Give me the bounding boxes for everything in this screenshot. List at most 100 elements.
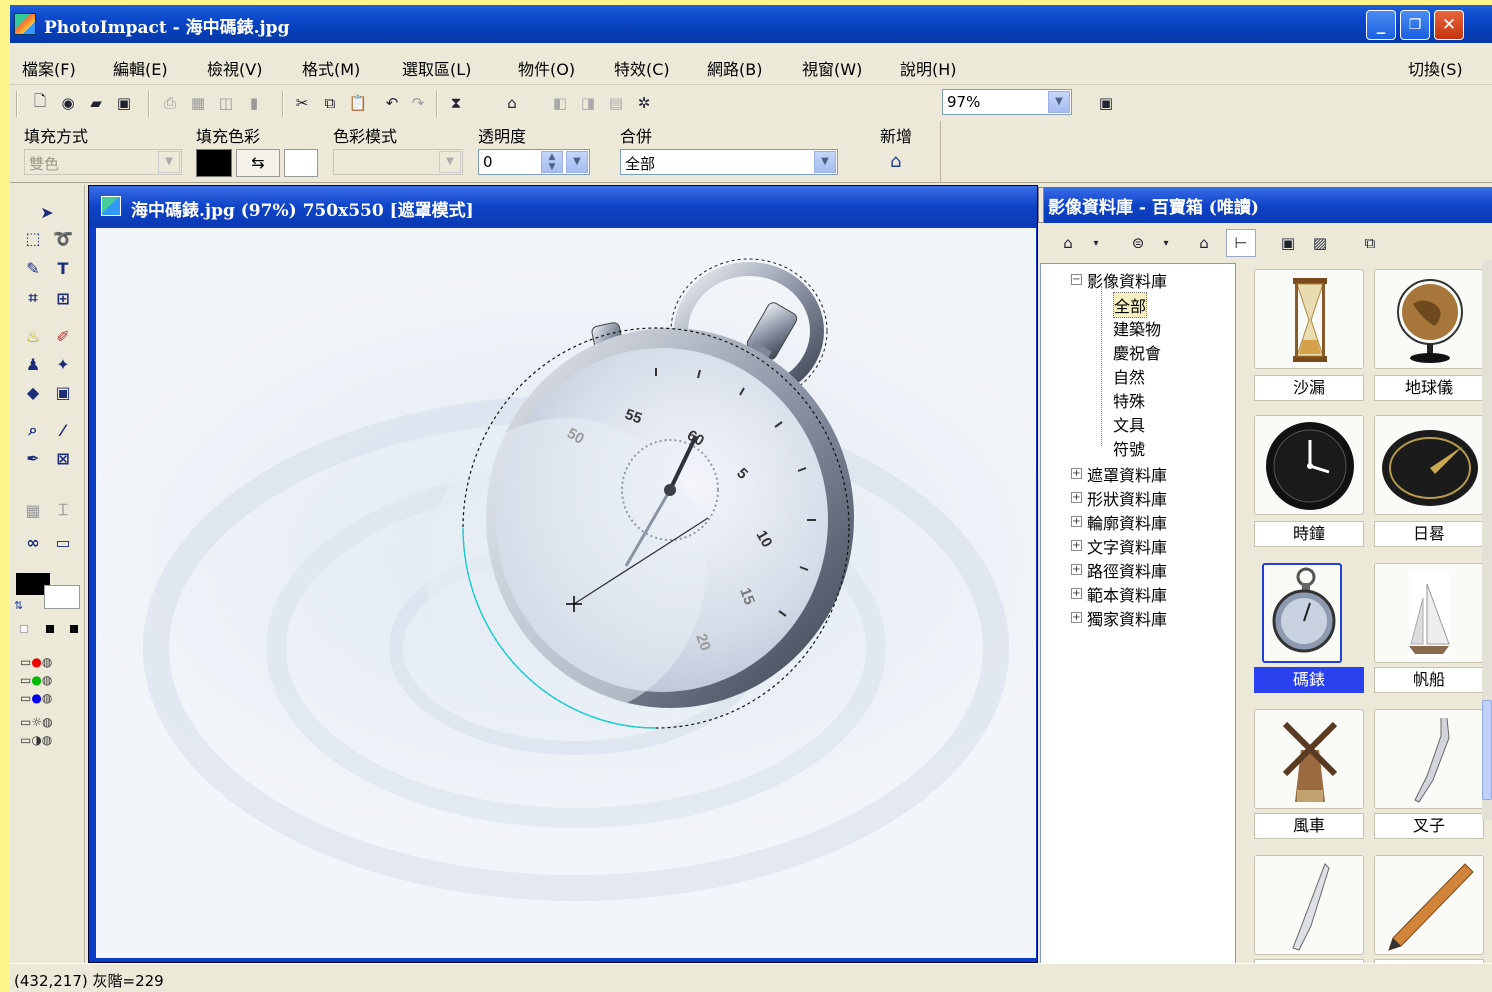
tree-shape-library[interactable]: 形狀資料庫 — [1087, 486, 1167, 510]
tree-item-celebration[interactable]: 慶祝會 — [1113, 340, 1161, 364]
expand-icon[interactable]: + — [1071, 564, 1082, 575]
ruler-tool-icon[interactable]: ▭ — [52, 531, 74, 553]
web-tool-icon[interactable]: ⊠ — [52, 447, 74, 469]
tree-item-special[interactable]: 特殊 — [1113, 388, 1145, 412]
chevron-down-icon[interactable]: ▼ — [566, 151, 588, 173]
expand-icon[interactable]: + — [1071, 468, 1082, 479]
tree-item-stationery[interactable]: 文具 — [1113, 412, 1145, 436]
menu-window[interactable]: 視窗(W) — [802, 56, 862, 80]
preset-white-icon[interactable] — [20, 625, 28, 633]
menu-help[interactable]: 說明(H) — [900, 56, 957, 80]
stamp-icon[interactable]: ⌂ — [502, 93, 522, 113]
menu-selection[interactable]: 選取區(L) — [402, 56, 471, 80]
open-folder-icon[interactable]: ▰ — [86, 93, 106, 113]
merge-combo[interactable]: 全部 ▼ — [620, 149, 838, 175]
menu-format[interactable]: 格式(M) — [302, 56, 360, 80]
stopwatch-icon[interactable] — [1262, 563, 1342, 663]
thumb-label[interactable]: 時鐘 — [1254, 521, 1364, 547]
swap-colors-icon[interactable]: ⇆ — [236, 149, 280, 177]
sundial-icon[interactable] — [1374, 415, 1484, 515]
image-icon[interactable] — [101, 196, 121, 216]
thumb-label[interactable]: 帆船 — [1374, 667, 1484, 693]
undo-icon[interactable]: ↶ — [382, 93, 402, 113]
hourglass-tool-icon[interactable]: ⧗ — [446, 93, 466, 113]
add-to-library-icon[interactable]: ⌂ — [1194, 233, 1214, 253]
print-preview-icon[interactable]: ◫ — [216, 93, 236, 113]
chevron-down-icon[interactable]: ▼ — [1048, 91, 1070, 113]
eraser-tool-icon[interactable]: ◆ — [22, 381, 44, 403]
thumb-label[interactable]: 沙漏 — [1254, 375, 1364, 401]
tree-item-all[interactable]: 全部 — [1113, 292, 1148, 318]
image-canvas[interactable]: 55 60 50 5 10 15 20 — [96, 228, 1036, 958]
menu-switch[interactable]: 切換(S) — [1408, 56, 1463, 80]
gallery-scrollbar[interactable] — [1482, 260, 1492, 820]
layout-icon[interactable]: ▤ — [606, 93, 626, 113]
copy-icon[interactable]: ⧉ — [320, 93, 340, 113]
marquee-tool-icon[interactable]: ⬚ — [22, 227, 44, 249]
wand-tool-icon[interactable]: ✎ — [22, 257, 44, 279]
sailboat-icon[interactable] — [1374, 563, 1484, 663]
view-mode-icon[interactable]: ▣ — [1096, 93, 1116, 113]
document-title-bar[interactable]: 海中碼錶.jpg (97%) 750x550 [遮罩模式] — [89, 186, 1037, 226]
cut-icon[interactable]: ✂ — [292, 93, 312, 113]
restore-button[interactable]: ❐ — [1400, 10, 1430, 40]
expand-icon[interactable]: + — [1071, 516, 1082, 527]
menu-effect[interactable]: 特效(C) — [614, 56, 670, 80]
frame-tool-icon[interactable]: ⌶ — [52, 499, 74, 521]
pen-tool-icon[interactable]: ✒ — [22, 447, 44, 469]
thumb-label[interactable]: 叉子 — [1374, 813, 1484, 839]
tree-view-icon[interactable]: ⊢ — [1226, 229, 1256, 257]
eyedropper-tool-icon[interactable]: ⁄ — [52, 419, 74, 441]
chevron-down-icon[interactable]: ▼ — [158, 151, 180, 173]
color-mode-combo[interactable]: ▼ — [333, 149, 463, 175]
library-tree[interactable]: − 影像資料庫 全部 建築物 慶祝會 自然 特殊 文具 符號 + 遮罩資料庫 +… — [1040, 263, 1236, 992]
grid-icon[interactable]: ▦ — [188, 93, 208, 113]
add-object-icon[interactable]: ⌂ — [890, 151, 901, 172]
menu-web[interactable]: 網路(B) — [707, 56, 762, 80]
pencil-icon[interactable] — [1374, 855, 1484, 955]
bucket-tool-icon[interactable]: ♨ — [22, 325, 44, 347]
menu-edit[interactable]: 編輯(E) — [113, 56, 168, 80]
preset-black-icon[interactable] — [46, 625, 54, 633]
hourglass-icon[interactable] — [1254, 269, 1364, 369]
crop-tool-icon[interactable]: ⌗ — [22, 287, 44, 309]
new-icon[interactable]: 🗋 — [30, 92, 50, 113]
text-tool-icon[interactable]: T — [52, 257, 74, 279]
tree-item-nature[interactable]: 自然 — [1113, 364, 1145, 388]
properties-icon[interactable]: ▨ — [1310, 233, 1330, 253]
retouch-tool-icon[interactable]: ✦ — [52, 353, 74, 375]
fill-tool-icon[interactable]: ▣ — [52, 381, 74, 403]
library-icon[interactable]: ⊜ — [1128, 233, 1148, 253]
menu-file[interactable]: 檔案(F) — [22, 56, 76, 80]
channel-controls[interactable]: ▭●◍ ▭●◍ ▭●◍ ▭☼◍ ▭◑◍ — [20, 653, 53, 749]
export-icon[interactable]: ◧ — [550, 93, 570, 113]
thumb-label[interactable]: 風車 — [1254, 813, 1364, 839]
menu-view[interactable]: 檢視(V) — [207, 56, 262, 80]
zoom-combo[interactable]: 97% ▼ — [942, 89, 1072, 115]
zoom-tool-icon[interactable]: ⌕ — [22, 419, 44, 441]
thumb-label[interactable]: 地球儀 — [1374, 375, 1484, 401]
tree-outline-library[interactable]: 輪廓資料庫 — [1087, 510, 1167, 534]
save-icon[interactable]: ▣ — [114, 93, 134, 113]
tree-exclusive-library[interactable]: 獨家資料庫 — [1087, 606, 1167, 630]
redo-icon[interactable]: ↷ — [408, 93, 428, 113]
fork-icon[interactable] — [1374, 709, 1484, 809]
thumbnail-view-icon[interactable]: ▣ — [1278, 233, 1298, 253]
spin-updown-icon[interactable]: ▲ ▼ — [541, 151, 563, 173]
preset-black-icon[interactable] — [70, 625, 78, 633]
magic-icon[interactable]: ✲ — [634, 93, 654, 113]
window-icon[interactable]: ⧉ — [1360, 233, 1380, 253]
dropdown-arrow-icon[interactable]: ▾ — [1086, 233, 1106, 253]
grid-tool-icon[interactable]: ▦ — [22, 499, 44, 521]
second-color-swatch[interactable] — [284, 149, 318, 177]
tree-item-symbols[interactable]: 符號 — [1113, 436, 1145, 460]
dropdown-arrow-icon[interactable]: ▾ — [1156, 233, 1176, 253]
knife-icon[interactable] — [1254, 855, 1364, 955]
tree-path-library[interactable]: 路徑資料庫 — [1087, 558, 1167, 582]
menu-object[interactable]: 物件(O) — [518, 56, 575, 80]
expand-icon[interactable]: + — [1071, 612, 1082, 623]
scrollbar-thumb[interactable] — [1482, 700, 1492, 800]
fill-method-combo[interactable]: 雙色 ▼ — [24, 149, 182, 175]
close-button[interactable]: ✕ — [1434, 10, 1464, 40]
fill-color-swatch[interactable] — [196, 149, 232, 177]
